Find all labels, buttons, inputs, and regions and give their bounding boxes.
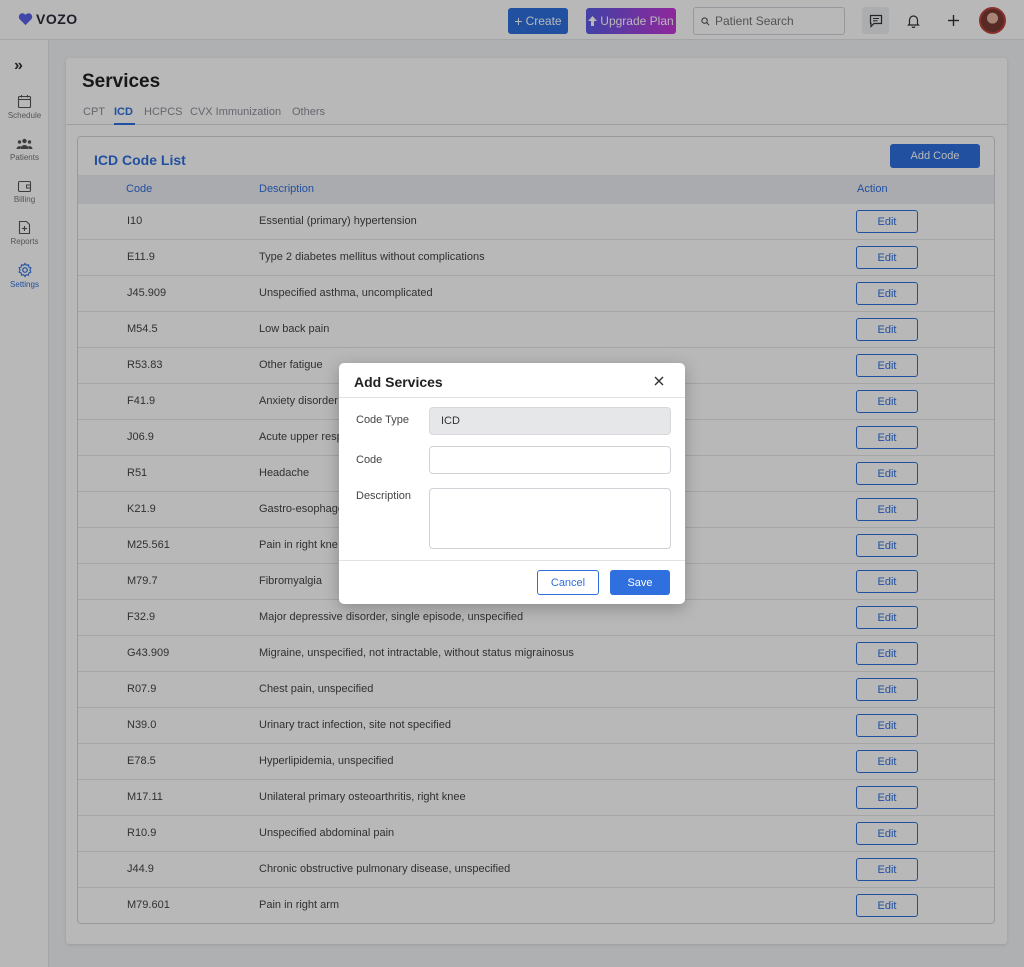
cancel-button[interactable]: Cancel — [537, 570, 599, 595]
code-field[interactable] — [429, 446, 671, 474]
code-type-field — [429, 407, 671, 435]
close-icon — [654, 376, 664, 386]
dialog-divider — [339, 397, 685, 398]
dialog-footer-divider — [339, 560, 685, 561]
add-services-dialog: Add Services Code Type Code Description … — [339, 363, 685, 604]
description-label: Description — [356, 490, 412, 502]
dialog-title: Add Services — [354, 374, 443, 390]
code-type-label: Code Type — [356, 414, 410, 426]
save-button[interactable]: Save — [610, 570, 670, 595]
description-field[interactable] — [429, 488, 671, 549]
close-button[interactable] — [652, 374, 666, 388]
code-label: Code — [356, 454, 383, 466]
